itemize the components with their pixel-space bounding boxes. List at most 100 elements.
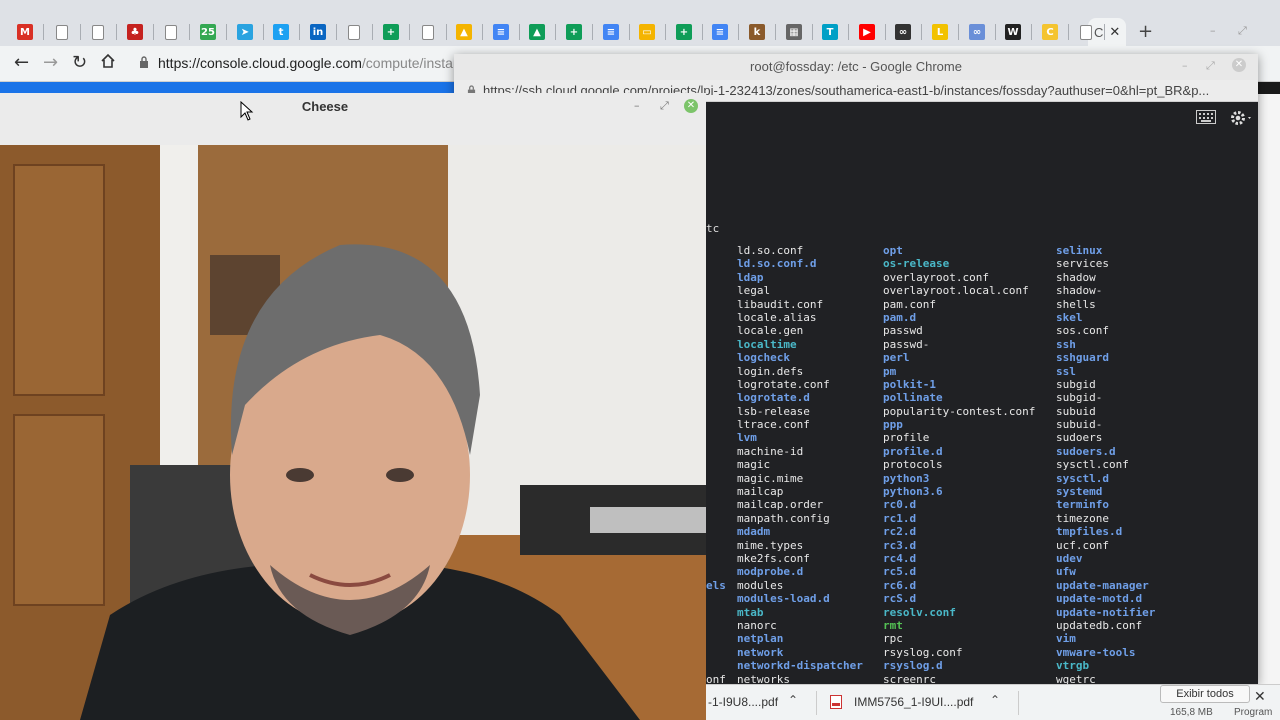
browser-tab[interactable] — [1071, 20, 1101, 44]
tab-separator — [738, 24, 739, 40]
browser-tab[interactable]: ≡ — [486, 20, 516, 44]
ls-entry: pm — [883, 364, 897, 378]
ls-entry: lsb-release — [737, 404, 810, 418]
keyboard-icon[interactable] — [1196, 110, 1216, 124]
ls-entry: mailcap — [737, 485, 784, 499]
ls-entry: lvm — [737, 431, 757, 445]
browser-tab[interactable]: ▭ — [632, 20, 662, 44]
browser-tab[interactable]: + — [669, 20, 699, 44]
browser-tab[interactable]: in — [303, 20, 333, 44]
browser-tab[interactable]: M — [10, 20, 40, 44]
ls-entry: rc2.d — [883, 525, 917, 539]
browser-tab[interactable] — [339, 20, 369, 44]
ls-entry: protocols — [883, 458, 943, 472]
browser-tab[interactable]: W — [998, 20, 1028, 44]
browser-tab[interactable] — [413, 20, 443, 44]
tab-separator — [1031, 24, 1032, 40]
chevron-up-icon[interactable]: ⌃ — [990, 693, 1000, 707]
browser-tab[interactable]: ♣ — [120, 20, 150, 44]
browser-tab[interactable]: ▦ — [779, 20, 809, 44]
new-tab-button[interactable]: + — [1138, 21, 1153, 42]
browser-tab[interactable]: k — [742, 20, 772, 44]
ls-entry: popularity-contest.conf — [883, 404, 1036, 418]
browser-tab[interactable]: ∞ — [888, 20, 918, 44]
browser-tab[interactable]: + — [376, 20, 406, 44]
home-button[interactable] — [100, 53, 116, 74]
ls-entry: profile.d — [883, 444, 943, 458]
cheese-minimize-icon[interactable]: – — [634, 99, 640, 112]
cheese-close-icon[interactable]: ✕ — [684, 99, 698, 113]
linkedin-icon: in — [310, 24, 326, 40]
tab-separator — [226, 24, 227, 40]
tab-separator — [372, 24, 373, 40]
cheese-titlebar[interactable]: Cheese – ⤢ ✕ — [0, 93, 706, 145]
ls-entry: magic.mime — [737, 471, 804, 485]
browser-tab[interactable]: ➤ — [230, 20, 260, 44]
ls-entry: rc4.d — [883, 551, 917, 565]
green-circle-icon: 25 — [200, 24, 216, 40]
tab-separator — [336, 24, 337, 40]
ls-entry: pam.conf — [883, 297, 936, 311]
tab-separator — [995, 24, 996, 40]
ssh-minimize-icon[interactable]: – — [1182, 59, 1188, 72]
browser-tab[interactable]: ∞ — [962, 20, 992, 44]
ls-entry: sudoers — [1056, 431, 1103, 445]
show-all-downloads-button[interactable]: Exibir todos — [1160, 685, 1250, 703]
ls-entry: sos.conf — [1056, 324, 1109, 338]
ls-entry: rc0.d — [883, 498, 917, 512]
browser-tab[interactable]: 25 — [193, 20, 223, 44]
maximize-icon[interactable]: ⤢ — [1238, 24, 1247, 38]
ls-entry: netplan — [737, 632, 784, 646]
browser-tab[interactable] — [47, 20, 77, 44]
ls-entry: subgid- — [1056, 391, 1103, 405]
ls-entry: machine-id — [737, 444, 804, 458]
browser-tab[interactable]: ≡ — [596, 20, 626, 44]
ls-column: selinux services shadow shadow-shells skel so… — [1056, 244, 1195, 684]
browser-tab[interactable]: L — [925, 20, 955, 44]
reload-button[interactable]: ↻ — [72, 53, 87, 73]
tab-separator — [116, 24, 117, 40]
ssh-close-icon[interactable]: ✕ — [1232, 58, 1246, 72]
ls-entry: opt — [883, 244, 903, 257]
browser-tab[interactable] — [83, 20, 113, 44]
sheets-icon: + — [676, 24, 692, 40]
back-button[interactable]: ← — [14, 53, 29, 73]
ls-entry: networkd-dispatcher — [737, 659, 863, 673]
ls-entry: rsyslog.conf — [883, 645, 963, 659]
url-host: https://console.cloud.google.com — [158, 55, 362, 71]
close-downloads-icon[interactable]: ✕ — [1254, 689, 1266, 705]
cheese-maximize-icon[interactable]: ⤢ — [660, 99, 669, 113]
browser-tab[interactable]: C — [1035, 20, 1065, 44]
chevron-up-icon[interactable]: ⌃ — [788, 693, 798, 707]
tab-separator — [848, 24, 849, 40]
minimize-icon[interactable]: – — [1210, 24, 1216, 37]
slides-icon: ▭ — [639, 24, 655, 40]
cheese-window-title: Cheese — [301, 99, 349, 114]
settings-gear-icon[interactable] — [1230, 110, 1254, 126]
browser-tab-strip: C ✕ + – ⤢ M ♣ 25 ➤ t in + ▲ ≡ ▲ + ≡ ▭ + ≡ k ▦ T ▶ ∞ L ∞ W C — [0, 0, 1280, 46]
forward-button[interactable]: → — [43, 53, 58, 73]
tab-separator — [299, 24, 300, 40]
download-item[interactable]: IMM5756_1-I9UI....pdf — [854, 695, 973, 709]
browser-tab[interactable]: T — [815, 20, 845, 44]
address-bar[interactable]: https://console.cloud.google.com/compute… — [158, 55, 461, 71]
browser-tab[interactable]: ▲ — [449, 20, 479, 44]
tab-separator — [519, 24, 520, 40]
browser-tab[interactable]: t — [266, 20, 296, 44]
ssh-maximize-icon[interactable]: ⤢ — [1206, 59, 1215, 73]
mouse-cursor-icon — [240, 101, 254, 121]
status-text-right: Program — [1234, 707, 1273, 718]
browser-tab[interactable] — [156, 20, 186, 44]
tab-separator — [80, 24, 81, 40]
browser-tab[interactable]: ≡ — [705, 20, 735, 44]
download-item[interactable]: -1-I9U8....pdf — [708, 695, 778, 709]
browser-tab[interactable]: + — [559, 20, 589, 44]
browser-tab[interactable]: ▲ — [522, 20, 552, 44]
k-icon: k — [749, 24, 765, 40]
ls-entry: update-manager — [1056, 578, 1149, 592]
browser-tab[interactable]: ▶ — [852, 20, 882, 44]
tab-separator — [43, 24, 44, 40]
tab-separator — [702, 24, 703, 40]
close-tab-icon[interactable]: ✕ — [1109, 24, 1120, 40]
ls-entry: profile — [883, 431, 930, 445]
